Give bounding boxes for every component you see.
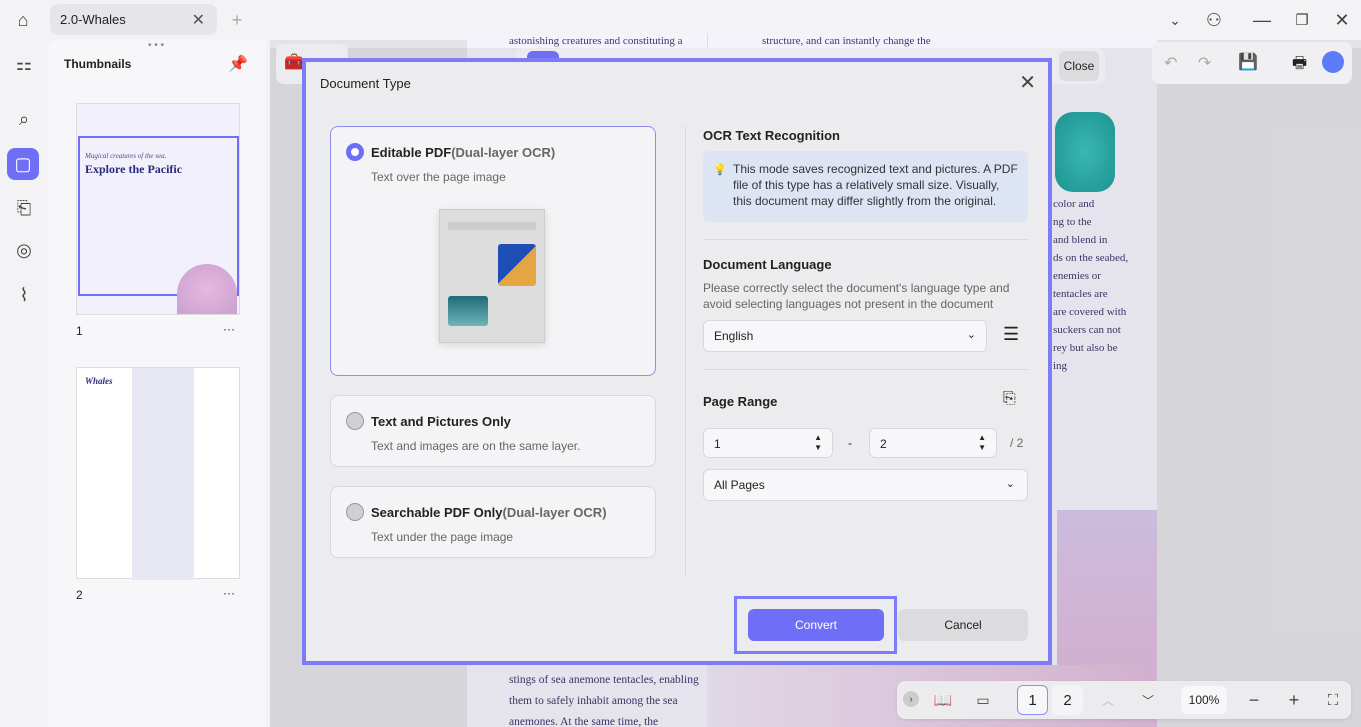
save-icon[interactable]: 💾	[1238, 52, 1258, 72]
bookmark-icon[interactable]: ⎗	[10, 196, 38, 220]
ai-assistant-icon[interactable]	[1322, 51, 1344, 73]
stepper-icon: ▲ ▼	[814, 433, 822, 452]
range-to-input[interactable]: 2 ▲ ▼	[869, 428, 997, 458]
thumb-subheading: Magical creatures of the sea.	[85, 152, 167, 160]
more-options-icon[interactable]: ···	[223, 322, 235, 336]
account-icon[interactable]: ⚇	[1202, 8, 1226, 32]
attachment-icon[interactable]: ⌇	[10, 283, 38, 307]
more-options-icon[interactable]: ···	[223, 586, 235, 600]
thumbnails-panel: • • • Thumbnails 📌 Magical creatures of …	[48, 40, 266, 727]
thumbnail-page-1[interactable]: Magical creatures of the sea. Explore th…	[76, 103, 240, 315]
undo-icon[interactable]: ↶	[1164, 53, 1177, 73]
range-from-input[interactable]: 1 ▲ ▼	[703, 428, 833, 458]
convert-button[interactable]: Convert	[748, 609, 884, 641]
lightbulb-icon: 💡	[713, 164, 727, 176]
chevron-down-icon: ⌄	[966, 329, 976, 341]
cancel-button[interactable]: Cancel	[898, 609, 1028, 641]
search-icon[interactable]: ⌕	[10, 107, 38, 131]
chevron-down-icon[interactable]: ⌄	[1163, 8, 1187, 32]
ocr-info-box: 💡 This mode saves recognized text and pi…	[703, 151, 1028, 222]
tab-title: 2.0-Whales	[60, 12, 126, 27]
pin-icon[interactable]: 📌	[228, 54, 248, 74]
redo-icon[interactable]: ↷	[1198, 53, 1211, 73]
close-toolbar-button[interactable]: Close	[1059, 51, 1099, 81]
document-type-dialog: Document Type ✕ Editable PDF(Dual-layer …	[302, 58, 1052, 665]
thumb-heading: Whales	[85, 376, 113, 386]
close-dialog-icon[interactable]: ✕	[1019, 70, 1036, 95]
fit-page-icon[interactable]: ⛶	[1321, 688, 1345, 712]
radio-editable-pdf[interactable]	[346, 143, 364, 161]
page-number: 2	[76, 588, 83, 602]
page-range-select[interactable]: All Pages ⌄	[703, 469, 1028, 501]
page-range-icon[interactable]: ⎘	[1003, 390, 1016, 408]
range-separator: -	[848, 436, 852, 450]
comment-icon[interactable]: ◎	[10, 238, 38, 262]
option-suffix: (Dual-layer OCR)	[451, 145, 556, 160]
chevron-down-icon: ⌄	[1005, 478, 1015, 490]
toolbox-icon: 🧰	[284, 54, 304, 71]
ocr-info-text: This mode saves recognized text and pict…	[733, 162, 1018, 208]
close-tab-icon[interactable]: ✕	[192, 10, 205, 30]
two-page-view-icon[interactable]: 📖	[931, 688, 955, 712]
expand-icon[interactable]: ›	[903, 691, 919, 707]
zoom-level[interactable]: 100%	[1181, 686, 1227, 714]
editable-pdf-illustration	[439, 209, 545, 343]
language-section-title: Document Language	[703, 257, 832, 272]
thumbnails-grid-icon[interactable]: ⚏	[10, 52, 38, 76]
left-rail: ⚏ ⌕ ▢ ⎗ ◎ ⌇	[0, 40, 48, 727]
page-2-button[interactable]: 2	[1052, 685, 1083, 715]
presentation-icon[interactable]: ▭	[971, 688, 995, 712]
ocr-section-title: OCR Text Recognition	[703, 128, 840, 143]
stepper-icon: ▲ ▼	[978, 433, 986, 452]
thumb-heading: Explore the Pacific	[85, 162, 183, 176]
option-subtitle: Text under the page image	[371, 530, 514, 544]
next-page-icon[interactable]: ﹀	[1137, 689, 1159, 711]
page-number: 1	[76, 324, 83, 338]
zoom-in-icon[interactable]: +	[1283, 688, 1305, 712]
language-value: English	[714, 329, 754, 343]
new-tab-icon[interactable]: +	[227, 8, 247, 32]
minimize-icon[interactable]: —	[1250, 8, 1274, 32]
option-subtitle: Text and images are on the same layer.	[371, 439, 581, 453]
thumbnail-page-2[interactable]: Whales	[76, 367, 240, 580]
pages-icon[interactable]: ▢	[7, 148, 39, 180]
option-searchable-pdf[interactable]: Searchable PDF Only(Dual-layer OCR) Text…	[330, 486, 656, 558]
option-suffix: (Dual-layer OCR)	[502, 505, 607, 520]
home-icon[interactable]: ⌂	[10, 8, 36, 32]
language-description: Please correctly select the document's l…	[703, 281, 1010, 311]
page-range-title: Page Range	[703, 394, 778, 409]
option-subtitle: Text over the page image	[371, 170, 506, 184]
option-title: Searchable PDF Only	[371, 505, 503, 520]
radio-searchable-pdf[interactable]	[346, 503, 364, 521]
page-1-button[interactable]: 1	[1017, 685, 1048, 715]
page-navigation-bar: › 📖 ▭ 1 2 ︿ ﹀ 100% − + ⛶	[897, 681, 1351, 719]
option-text-pictures[interactable]: Text and Pictures Only Text and images a…	[330, 395, 656, 467]
language-settings-icon[interactable]: ☰	[1003, 324, 1019, 345]
dialog-title: Document Type	[320, 76, 411, 91]
drag-handle[interactable]: • • •	[148, 40, 164, 51]
page-text: astonishing creatures and constituting a	[509, 35, 683, 47]
document-tab[interactable]: 2.0-Whales ✕	[50, 4, 217, 35]
option-editable-pdf[interactable]: Editable PDF(Dual-layer OCR) Text over t…	[330, 126, 656, 376]
restore-icon[interactable]: ❐	[1290, 8, 1314, 32]
range-total: / 2	[1010, 436, 1024, 450]
print-icon[interactable]: 🖶	[1292, 52, 1307, 79]
page-text: structure, and can instantly change the	[762, 35, 931, 47]
option-title: Editable PDF	[371, 145, 452, 160]
thumbnails-title: Thumbnails	[64, 57, 132, 71]
radio-text-pictures[interactable]	[346, 412, 364, 430]
option-title: Text and Pictures Only	[371, 414, 511, 429]
quick-toolbar: ↶ ↷ 💾 🖶	[1152, 42, 1352, 84]
language-select[interactable]: English ⌄	[703, 320, 987, 352]
close-window-icon[interactable]: ✕	[1330, 8, 1354, 32]
zoom-out-icon[interactable]: −	[1243, 688, 1265, 712]
previous-page-icon[interactable]: ︿	[1097, 689, 1119, 711]
